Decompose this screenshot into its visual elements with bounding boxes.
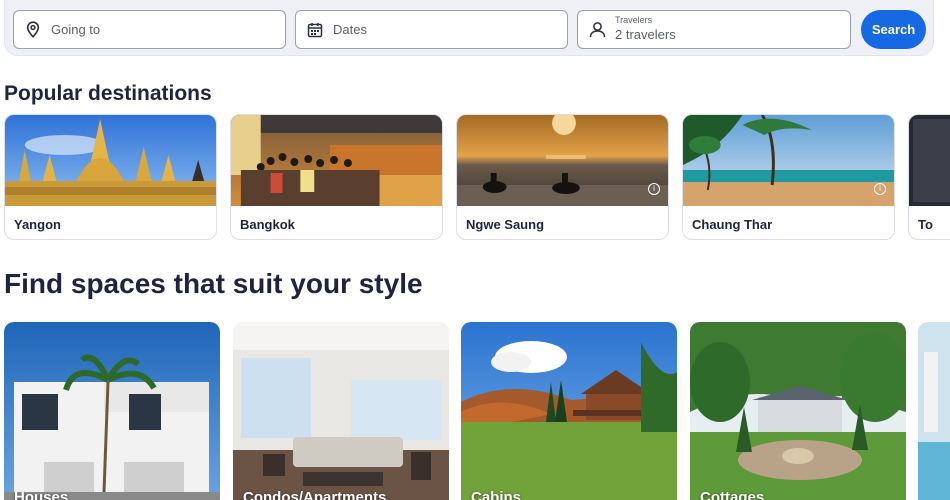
space-image-cabins: [461, 322, 677, 500]
dates-placeholder: Dates: [333, 22, 367, 37]
person-icon: [588, 21, 606, 39]
space-card-houses[interactable]: Houses: [4, 322, 220, 500]
travelers-field[interactable]: Travelers 2 travelers: [577, 10, 851, 49]
space-image-cottages: [690, 322, 906, 500]
search-button[interactable]: Search: [861, 10, 926, 49]
destination-card-partial[interactable]: To: [908, 114, 950, 240]
travelers-value: 2 travelers: [615, 27, 676, 43]
space-label: Condos/Apartments: [243, 489, 387, 500]
space-label: Cabins: [471, 489, 522, 500]
travelers-label: Travelers: [615, 15, 653, 26]
space-card-cabins[interactable]: Cabins: [461, 322, 677, 500]
popular-destinations-heading: Popular destinations: [4, 82, 212, 105]
destination-card-ngwe-saung[interactable]: i Ngwe Saung: [456, 114, 669, 240]
space-image-partial: [918, 322, 950, 500]
dates-field[interactable]: Dates: [295, 10, 568, 49]
space-card-partial[interactable]: [918, 322, 950, 500]
destination-label: Ngwe Saung: [466, 217, 545, 232]
destination-image-chaung-thar: [683, 115, 894, 206]
calendar-icon: [306, 21, 324, 39]
spaces-carousel: Houses Condos/Apartments Cabins Cottages: [4, 322, 950, 500]
popular-destinations-carousel: Yangon Bangkok i Ngwe Saung i Chaung Tha…: [4, 114, 950, 242]
search-panel: Going to Dates Travelers 2 travelers Sea…: [4, 0, 934, 56]
space-card-condos-apartments[interactable]: Condos/Apartments: [233, 322, 449, 500]
destination-image-ngwe-saung: [457, 115, 668, 206]
space-label: Cottages: [700, 489, 765, 500]
space-image-condos: [233, 322, 449, 500]
destination-card-yangon[interactable]: Yangon: [4, 114, 217, 240]
destination-card-bangkok[interactable]: Bangkok: [230, 114, 443, 240]
info-icon[interactable]: i: [648, 183, 660, 195]
destination-label: Chaung Thar: [692, 217, 773, 232]
destination-card-chaung-thar[interactable]: i Chaung Thar: [682, 114, 895, 240]
destination-label: Yangon: [14, 217, 61, 232]
destination-field[interactable]: Going to: [13, 10, 286, 49]
destination-image-bangkok: [231, 115, 442, 206]
find-spaces-heading: Find spaces that suit your style: [4, 268, 423, 299]
info-icon[interactable]: i: [874, 183, 886, 195]
destination-image-partial: [909, 115, 950, 206]
space-image-houses: [4, 322, 220, 500]
space-card-cottages[interactable]: Cottages: [690, 322, 906, 500]
destination-label: Bangkok: [240, 217, 295, 232]
destination-placeholder: Going to: [51, 22, 101, 37]
space-label: Houses: [14, 489, 69, 500]
location-pin-icon: [24, 21, 42, 39]
destination-label: To: [918, 217, 933, 232]
destination-image-yangon: [5, 115, 216, 206]
